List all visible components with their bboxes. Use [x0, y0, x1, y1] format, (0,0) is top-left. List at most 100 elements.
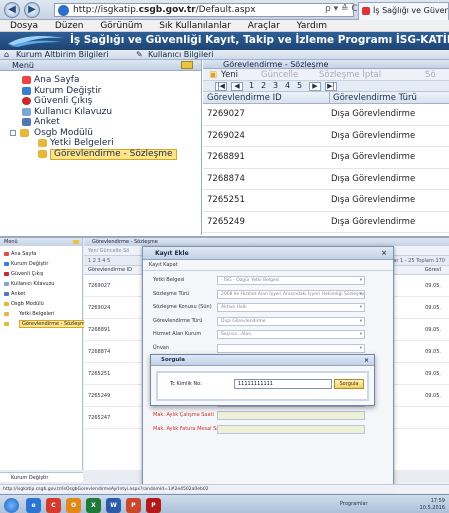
- kurum-button[interactable]: Kurum Altbirim Bilgileri: [16, 50, 108, 60]
- bottom-menu-item[interactable]: Ana Sayfa: [0, 249, 82, 259]
- table-row[interactable]: 7265251 Dışa Görevlendirme: [203, 190, 449, 212]
- cell-id: 7265247: [88, 415, 111, 421]
- excel-taskbar-icon[interactable]: X: [86, 498, 101, 513]
- form-select[interactable]: Dışa Görevlendirme: [217, 316, 365, 326]
- sorgula-button[interactable]: Sorgula: [334, 379, 364, 389]
- form-select[interactable]: Seçiniz...Alan: [217, 330, 365, 339]
- table-row[interactable]: 7268874 Dışa Görevlendirme: [203, 169, 449, 190]
- collapse-button[interactable]: [73, 240, 79, 244]
- col-header-id[interactable]: Görevlendirme ID: [207, 92, 282, 104]
- back-icon[interactable]: ◀: [4, 2, 20, 18]
- collapse-toggle-icon[interactable]: [10, 129, 16, 136]
- cell-id: 7268891: [207, 152, 245, 162]
- bottom-menu-item[interactable]: Osgb Modülü: [0, 299, 82, 309]
- opera-taskbar-icon[interactable]: O: [66, 498, 81, 513]
- menu-araclar[interactable]: Araçlar: [248, 20, 280, 32]
- bottom-pager-pages[interactable]: 1 2 3 4 5: [88, 258, 110, 264]
- cancel-contract-button[interactable]: Sözleşme İptal: [319, 69, 381, 81]
- menu-gorunum[interactable]: Görünüm: [100, 20, 142, 32]
- forward-icon[interactable]: ▶: [24, 2, 40, 18]
- bottom-menu-item[interactable]: Anket: [0, 289, 82, 299]
- menu-item-guvenli-cikis[interactable]: Güvenli Çıkış: [0, 96, 201, 107]
- programs-label[interactable]: Programlar: [340, 501, 368, 507]
- url-domain: csgb.gov.tr: [138, 5, 196, 15]
- table-row[interactable]: 7268891 Dışa Görevlendirme: [203, 147, 449, 169]
- menu-item-anket[interactable]: Anket: [0, 117, 201, 128]
- form-select[interactable]: [217, 343, 365, 353]
- switch-icon: [22, 86, 31, 95]
- start-icon[interactable]: [4, 498, 19, 513]
- page-5[interactable]: 5: [297, 81, 302, 91]
- cell-type: Dışa Görevlendirme: [331, 195, 416, 205]
- menu-yardim[interactable]: Yardım: [297, 20, 327, 32]
- browser-tab[interactable]: İş Sağlığı ve Güvenl: [358, 2, 449, 20]
- page-1[interactable]: 1: [249, 81, 254, 91]
- other-button[interactable]: Sö: [425, 69, 436, 81]
- kurum-icon: ⌂: [4, 50, 10, 59]
- sorgula-dialog: Sorgula × Tc Kimlik No: 11111111111 Sorg…: [150, 354, 375, 406]
- menu-duzen[interactable]: Düzen: [55, 20, 84, 32]
- bottom-menu-label: Görevlendirme - Sözleşme: [19, 320, 91, 328]
- pdf-taskbar-icon[interactable]: P: [146, 498, 161, 513]
- last-page-icon[interactable]: ▶|: [325, 82, 337, 91]
- menu-item-kurum-degistir[interactable]: Kurum Değiştir: [0, 86, 201, 97]
- form-label: Sözleşme Konusu (Sün): [153, 304, 212, 310]
- panel-title: Görevlendirme - Sözleşme: [203, 60, 449, 69]
- form-row: Mak. Aylık Çalışma Saati: [143, 409, 393, 423]
- bottom-menu-item[interactable]: Kurum Değiştir: [0, 259, 82, 269]
- word-taskbar-icon[interactable]: W: [106, 498, 121, 513]
- menu-item-ana-sayfa[interactable]: Ana Sayfa: [0, 75, 201, 86]
- tc-kimlik-input[interactable]: 11111111111: [234, 379, 332, 389]
- col-header-type[interactable]: Görevlendirme Türü: [333, 92, 417, 104]
- dialog-toolbar[interactable]: Kayıt Kapat: [143, 260, 393, 271]
- folder-icon: [20, 128, 29, 137]
- prev-page-icon[interactable]: ◀: [231, 82, 243, 91]
- system-tray-clock[interactable]: 17:59 10.5.2016: [420, 498, 445, 512]
- table-row[interactable]: 7269024 Dışa Görevlendirme: [203, 126, 449, 147]
- menu-item-kilavuz[interactable]: Kullanıcı Kılavuzu: [0, 107, 201, 118]
- url-tools-icons[interactable]: ρ ▾ ≙ C: [325, 4, 358, 14]
- app-title: İş Sağlığı ve Güvenliği Kayıt, Takip ve …: [70, 34, 449, 46]
- page-4[interactable]: 4: [285, 81, 290, 91]
- form-select[interactable]: 2008 ile Hizmet Alan İşyeri Arasındaki İ…: [217, 289, 365, 299]
- form-label: Mak. Aylık Fatura Mesai Saati: [153, 425, 226, 432]
- new-button[interactable]: Yeni: [221, 69, 238, 81]
- bottom-menu-item-selected[interactable]: Görevlendirme - Sözleşme: [0, 319, 91, 329]
- url-field[interactable]: http://isgkatip.csgb.gov.tr/Default.aspx: [54, 3, 354, 17]
- guide-icon: [22, 107, 31, 116]
- bottom-menu-item[interactable]: Yetki Belgeleri: [0, 309, 82, 319]
- ie-taskbar-icon[interactable]: e: [26, 498, 41, 513]
- menu-item-gorevlendirme[interactable]: Görevlendirme - Sözleşme: [0, 148, 201, 160]
- cell-id: 7269027: [207, 109, 245, 119]
- table-row[interactable]: 7265249 Dışa Görevlendirme: [203, 212, 449, 233]
- collapse-button[interactable]: [181, 61, 193, 69]
- first-page-icon[interactable]: |◀: [215, 82, 227, 91]
- bottom-menu-item[interactable]: Kullanıcı Kılavuzu: [0, 279, 82, 289]
- menu-item-label: Anket: [34, 117, 60, 127]
- menu-item-osgb-modulu[interactable]: Osgb Modülü: [0, 128, 201, 139]
- bottom-col-right[interactable]: Görevl: [425, 266, 441, 275]
- edit-button[interactable]: Güncelle: [261, 69, 298, 81]
- menu-item-label: Güvenli Çıkış: [34, 96, 93, 106]
- menu-dosya[interactable]: Dosya: [10, 20, 38, 32]
- bottom-menu-item[interactable]: Güvenli Çıkış: [0, 269, 82, 279]
- menu-item-yetki-belgeleri[interactable]: Yetki Belgeleri: [0, 138, 201, 149]
- close-icon[interactable]: ×: [364, 355, 369, 366]
- form-select[interactable]: Aktive Halk: [217, 303, 365, 312]
- grid-toolbar: ▣ Yeni Güncelle Sözleşme İptal Sö: [203, 69, 449, 81]
- close-icon[interactable]: ×: [381, 247, 387, 260]
- form-select[interactable]: - İSG - Ozgür Yetki Belgesi: [217, 276, 365, 285]
- bottom-col-id[interactable]: Görevlendirme ID: [88, 266, 132, 275]
- bottom-kurum-degistir[interactable]: Kurum Değiştir: [0, 472, 83, 482]
- chrome-taskbar-icon[interactable]: C: [46, 498, 61, 513]
- table-row[interactable]: 7269027 Dışa Görevlendirme: [203, 104, 449, 126]
- menu-item-label: Görevlendirme - Sözleşme: [50, 148, 177, 160]
- kullanici-button[interactable]: Kullanıcı Bilgileri: [148, 50, 214, 60]
- second-screenshot: Menü Ana Sayfa Kurum Değiştir Güvenli Çı…: [0, 236, 449, 513]
- next-page-icon[interactable]: ▶: [309, 82, 321, 91]
- sorgula-title: Sorgula: [161, 357, 185, 363]
- page-3[interactable]: 3: [273, 81, 278, 91]
- menu-favorites[interactable]: Sık Kullanılanlar: [159, 20, 231, 32]
- powerpoint-taskbar-icon[interactable]: P: [126, 498, 141, 513]
- page-2[interactable]: 2: [261, 81, 266, 91]
